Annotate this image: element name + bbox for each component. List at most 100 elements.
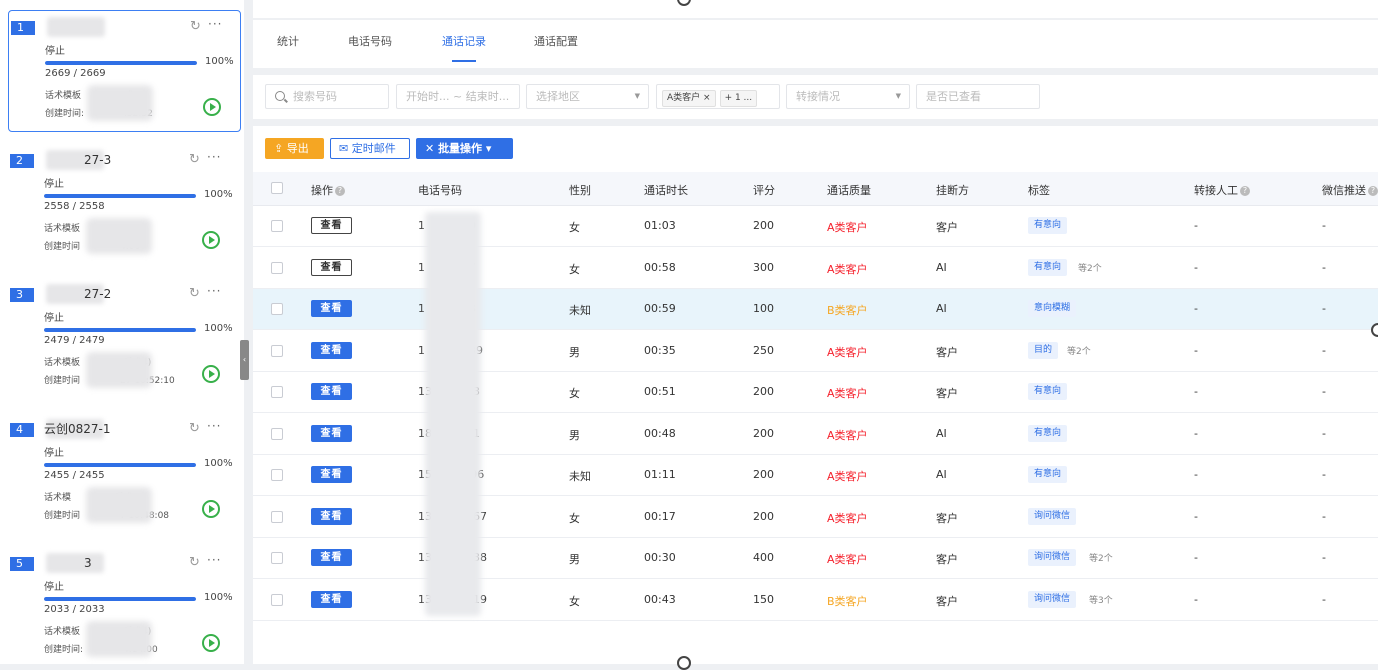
transfer-cell: - — [1194, 509, 1198, 523]
view-button[interactable]: 查看 — [311, 341, 352, 359]
region-select[interactable]: 选择地区 ▼ — [526, 84, 649, 109]
row-checkbox[interactable] — [271, 427, 283, 440]
view-button[interactable]: 查看 — [311, 383, 352, 400]
table-row[interactable]: 查看 1353 女 00:51 200 A类客户 客户 有意向 - - — [253, 372, 1378, 413]
wechat-cell: - — [1322, 260, 1326, 274]
tab-phone-numbers[interactable]: 电话号码 — [348, 33, 392, 49]
view-button[interactable]: 查看 — [311, 466, 352, 483]
table-row[interactable]: 查看 18 未知 00:59 100 B类客户 AI 意向模糊 - - — [253, 289, 1378, 330]
progress-bar — [44, 597, 196, 601]
tag-badge: 有意向 — [1028, 258, 1068, 276]
row-checkbox[interactable] — [271, 386, 283, 398]
row-checkbox[interactable] — [271, 593, 283, 606]
more-icon[interactable]: ··· — [207, 419, 223, 433]
refresh-icon[interactable]: ↻ — [189, 153, 203, 167]
help-icon[interactable]: ? — [1368, 186, 1378, 196]
search-icon — [275, 91, 285, 101]
view-button[interactable]: 查看 — [311, 549, 352, 566]
created-time-label: 创建时间: — [45, 109, 85, 119]
row-checkbox[interactable] — [271, 261, 283, 274]
play-icon[interactable] — [202, 634, 220, 652]
progress-bar-fill — [44, 463, 196, 467]
batch-operation-button[interactable]: ✕ 批量操作 ▾ — [416, 138, 513, 159]
row-checkbox[interactable] — [271, 220, 283, 232]
collapse-sidebar-handle[interactable]: ‹ — [240, 340, 249, 380]
task-card[interactable]: 1 ↻ ··· 停止 100% 2669 / 2669 话术模板术4) 创建时间… — [8, 10, 241, 132]
task-card[interactable]: 2 27-3 ↻ ··· 停止 100% 2558 / 2558 话术模板4) … — [8, 144, 241, 266]
table-row[interactable]: 查看 17 女 00:58 300 A类客户 AI 有意向 等2个 - - — [253, 248, 1378, 289]
tab-call-records[interactable]: 通话记录 — [442, 33, 486, 49]
hangup-cell: AI — [936, 302, 947, 315]
task-number-badge: 5 — [10, 557, 34, 571]
table-row[interactable]: 查看 13967 女 00:17 200 A类客户 客户 询问微信 - - — [253, 497, 1378, 538]
tag-badge: 意向模糊 — [1028, 300, 1077, 317]
play-icon[interactable] — [202, 500, 220, 518]
view-button[interactable]: 查看 — [311, 424, 352, 442]
tag-badge: 询问微信 — [1028, 549, 1077, 566]
tab-bar: 统计 电话号码 通话记录 通话配置 — [253, 20, 1378, 68]
row-checkbox[interactable] — [271, 344, 283, 357]
score-cell: 400 — [753, 551, 774, 564]
selected-tag-chip[interactable]: A类客户 × — [662, 90, 716, 107]
more-icon[interactable]: ··· — [207, 150, 223, 164]
info-redaction-blur — [86, 487, 152, 523]
task-card[interactable]: 3 27-2 ↻ ··· 停止 100% 2479 / 2479 话术模板舌术4… — [8, 278, 241, 400]
more-tags-count[interactable]: 等2个 — [1067, 344, 1091, 357]
help-icon[interactable]: ? — [1240, 186, 1250, 196]
task-card[interactable]: 5 3 ↻ ··· 停止 100% 2033 / 2033 话术模板舌术4) 创… — [8, 547, 241, 664]
more-tags-chip[interactable]: + 1 ... — [719, 90, 758, 107]
more-tags-count[interactable]: 等3个 — [1089, 593, 1113, 606]
more-icon[interactable]: ··· — [207, 284, 223, 298]
quality-cell: A类客户 — [827, 553, 868, 566]
more-icon[interactable]: ··· — [207, 553, 223, 567]
progress-count: 2033 / 2033 — [44, 604, 105, 615]
table-row[interactable]: 查看 10 女 01:03 200 A类客户 客户 有意向 - - — [253, 206, 1378, 247]
more-tags-count[interactable]: 等2个 — [1089, 551, 1113, 564]
export-button[interactable]: ⇪ 导出 — [265, 138, 324, 159]
date-range-picker[interactable]: 开始时... ~ 结束时... — [396, 84, 520, 109]
transfer-select[interactable]: 转接情况 ▼ — [786, 84, 910, 109]
refresh-icon[interactable]: ↻ — [189, 287, 203, 301]
table-row[interactable]: 查看 15(96 未知 01:11 200 A类客户 AI 有意向 - - — [253, 455, 1378, 496]
table-row[interactable]: 查看 13819 女 00:43 150 B类客户 客户 询问微信 等3个 - … — [253, 580, 1378, 621]
more-icon[interactable]: ··· — [208, 17, 224, 31]
tab-stats[interactable]: 统计 — [277, 33, 299, 49]
row-checkbox[interactable] — [271, 469, 283, 481]
table-row[interactable]: 查看 13838 男 00:30 400 A类客户 客户 询问微信 等2个 - … — [253, 538, 1378, 579]
play-icon[interactable] — [203, 98, 221, 116]
score-cell: 200 — [753, 468, 774, 481]
transfer-cell: - — [1194, 426, 1198, 440]
play-icon[interactable] — [202, 365, 220, 383]
view-button[interactable]: 查看 — [311, 590, 352, 608]
row-checkbox[interactable] — [271, 303, 283, 315]
customer-class-select[interactable]: A类客户 × + 1 ... — [656, 84, 780, 109]
view-button[interactable]: 查看 — [311, 300, 352, 317]
refresh-icon[interactable]: ↻ — [190, 20, 204, 34]
table-row[interactable]: 查看 1881 男 00:48 200 A类客户 AI 有意向 - - — [253, 414, 1378, 455]
task-status: 停止 — [44, 179, 64, 190]
view-button[interactable]: 查看 — [311, 507, 352, 525]
progress-count: 2455 / 2455 — [44, 470, 105, 481]
help-icon[interactable]: ? — [335, 186, 345, 196]
view-button[interactable]: 查看 — [311, 258, 352, 276]
viewed-select[interactable]: 是否已查看 — [916, 84, 1040, 109]
table-row[interactable]: 查看 139 男 00:35 250 A类客户 客户 目的 等2个 - - — [253, 331, 1378, 372]
tab-call-config[interactable]: 通话配置 — [534, 33, 578, 49]
row-checkbox[interactable] — [271, 510, 283, 523]
more-tags-count[interactable]: 等2个 — [1078, 261, 1102, 274]
row-checkbox[interactable] — [271, 552, 283, 564]
search-input[interactable]: 搜索号码 — [265, 84, 389, 109]
play-icon[interactable] — [202, 231, 220, 249]
task-card[interactable]: 4 云创0827-1 ↻ ··· 停止 100% 2455 / 2455 话术模… — [8, 413, 241, 535]
hangup-cell: AI — [936, 260, 947, 274]
select-all-checkbox[interactable] — [271, 182, 283, 194]
hangup-cell: AI — [936, 426, 947, 440]
duration-cell: 00:51 — [644, 385, 676, 398]
scheduled-mail-button[interactable]: ✉ 定时邮件 — [330, 138, 410, 159]
script-template-label: 话术模板 — [44, 224, 81, 234]
score-cell: 200 — [753, 219, 774, 232]
refresh-icon[interactable]: ↻ — [189, 422, 203, 436]
view-button[interactable]: 查看 — [311, 217, 352, 234]
tag-badge: 询问微信 — [1028, 590, 1077, 608]
refresh-icon[interactable]: ↻ — [189, 556, 203, 570]
